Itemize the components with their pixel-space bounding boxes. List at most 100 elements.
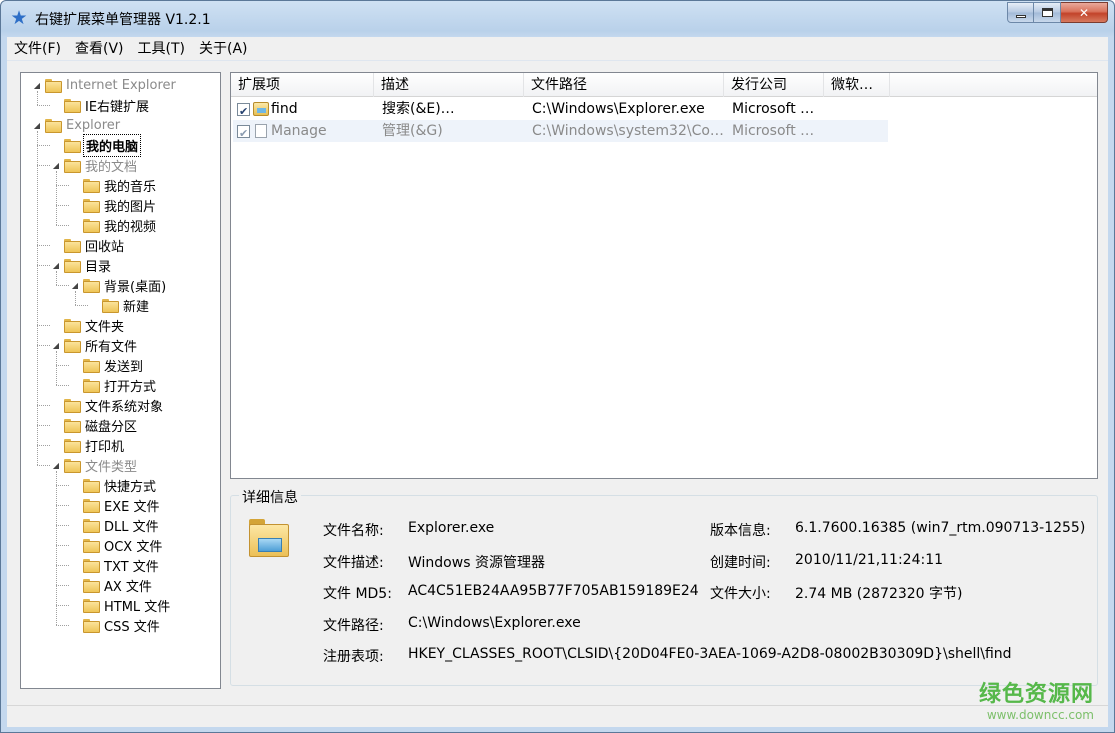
tree-connector [37,131,38,465]
enabled-checkbox[interactable] [237,123,250,142]
path-label: 文件路径: [323,618,384,634]
tree-item[interactable]: 发送到 [69,355,145,375]
tree-item[interactable]: 新建 [88,295,151,315]
tree-item[interactable]: ◢ 所有文件 [50,335,139,355]
category-tree[interactable]: ◢ Internet Explorer IE右键扩展 ◢ Explorer 我的电脑 ◢ 我的… [20,72,221,689]
status-bar [7,705,1108,727]
tree-item[interactable]: 快捷方式 [69,475,158,495]
menu-view[interactable]: 查看(V) [68,38,131,60]
tree-connector [56,271,57,285]
tree-item[interactable]: TXT 文件 [69,555,161,575]
row-ms [826,98,888,120]
folder-icon [83,579,100,593]
tree-item[interactable]: 打印机 [50,435,126,455]
explorer-icon [253,102,269,116]
table-row[interactable]: find 搜索(&E)… C:\Windows\Explorer.exe Mic… [233,98,888,120]
tree-item[interactable]: CSS 文件 [69,615,162,635]
tree-expanded-icon[interactable]: ◢ [50,161,62,170]
title-bar[interactable]: ★ 右键扩展菜单管理器 V1.2.1 ✕ [1,1,1114,35]
tree-item[interactable]: 磁盘分区 [50,415,139,435]
folder-icon [64,399,81,413]
tree-item[interactable]: 我的视频 [69,215,158,235]
tree-connector [75,305,88,306]
menu-about[interactable]: 关于(A) [192,38,255,60]
tree-connector [56,605,69,606]
tree-item[interactable]: 我的电脑 [50,133,142,157]
tree-connector [56,351,57,385]
tree-item[interactable]: ◢ 文件类型 [50,455,139,475]
tree-expanded-icon[interactable]: ◢ [50,461,62,470]
tree-connector [37,245,50,246]
tree-connector [56,505,69,506]
tree-item[interactable]: ◢ 我的文档 [50,155,139,175]
column-header-company[interactable]: 发行公司 [724,73,824,97]
tree-connector [37,145,50,146]
tree-item-label: OCX 文件 [104,539,163,555]
tree-expanded-icon[interactable]: ◢ [50,261,62,270]
row-path: C:\Windows\system32\Co… [532,123,724,139]
tree-item-label: 新建 [123,299,150,315]
tree-item[interactable]: 回收站 [50,235,126,255]
path-value: C:\Windows\Explorer.exe [408,615,581,631]
tree-expanded-icon[interactable]: ◢ [50,341,62,350]
extension-list[interactable]: 扩展项 描述 文件路径 发行公司 微软… find 搜索(&E)… C:\Win… [230,72,1098,479]
tree-item[interactable]: AX 文件 [69,575,154,595]
version-value: 6.1.7600.16385 (win7_rtm.090713-1255) [795,520,1086,536]
registry-label: 注册表项: [323,649,384,665]
tree-item[interactable]: ◢ Internet Explorer [31,75,178,95]
tree-item[interactable]: 文件夹 [50,315,126,335]
tree-item[interactable]: IE右键扩展 [50,95,151,115]
tree-item[interactable]: 打开方式 [69,375,158,395]
tree-item[interactable]: ◢ 背景(桌面) [69,275,168,295]
tree-item-label: TXT 文件 [104,559,159,575]
details-group: 详细信息 文件名称: Explorer.exe 文件描述: Windows 资源… [230,487,1098,686]
tree-connector [37,105,50,106]
main-window: ★ 右键扩展菜单管理器 V1.2.1 ✕ 文件(F) 查看(V) 工具(T) 关… [0,0,1115,733]
tree-item-label: HTML 文件 [104,599,171,615]
column-header-path[interactable]: 文件路径 [524,73,724,97]
md5-label: 文件 MD5: [323,586,392,602]
tree-connector [37,91,38,105]
tree-expanded-icon[interactable]: ◢ [31,81,43,90]
folder-icon [83,539,100,553]
column-header-item[interactable]: 扩展项 [231,73,374,97]
minimize-button[interactable] [1007,2,1034,23]
minimize-icon [1015,15,1026,18]
close-button[interactable]: ✕ [1061,2,1108,23]
tree-item[interactable]: ◢ Explorer [31,115,122,135]
tree-item[interactable]: DLL 文件 [69,515,161,535]
folder-icon [45,119,62,133]
menu-file[interactable]: 文件(F) [7,38,68,60]
tree-item[interactable]: OCX 文件 [69,535,164,555]
column-header-desc[interactable]: 描述 [374,73,524,97]
watermark: 绿色资源网 www.downcc.com [979,676,1094,722]
row-company: Microsoft … [732,123,815,139]
tree-item-label: Internet Explorer [66,77,176,93]
column-header-ms[interactable]: 微软… [824,73,890,97]
menu-tools[interactable]: 工具(T) [131,38,192,60]
tree-item[interactable]: 文件系统对象 [50,395,165,415]
maximize-button[interactable] [1034,2,1061,23]
table-row[interactable]: Manage 管理(&G) C:\Windows\system32\Co… Mi… [233,120,888,142]
tree-expanded-icon[interactable]: ◢ [69,281,81,290]
tree-item[interactable]: 我的图片 [69,195,158,215]
tree-item-label: CSS 文件 [104,619,160,635]
list-header: 扩展项 描述 文件路径 发行公司 微软… [231,73,1097,97]
tree-connector [56,625,69,626]
folder-icon [83,599,100,613]
tree-item[interactable]: 我的音乐 [69,175,158,195]
details-legend: 详细信息 [239,487,301,507]
tree-item[interactable]: ◢ 目录 [50,255,113,275]
tree-item[interactable]: EXE 文件 [69,495,161,515]
tree-item-label: 所有文件 [85,339,138,355]
folder-icon [83,499,100,513]
version-label: 版本信息: [710,523,771,539]
md5-value: AC4C51EB24AA95B77F705AB159189E24 [408,583,699,599]
tree-item[interactable]: HTML 文件 [69,595,172,615]
tree-expanded-icon[interactable]: ◢ [31,121,43,130]
tree-connector [56,471,57,625]
enabled-checkbox[interactable] [237,101,250,120]
tree-item-label: 目录 [85,259,112,275]
folder-icon [64,259,81,273]
tree-connector [37,325,50,326]
